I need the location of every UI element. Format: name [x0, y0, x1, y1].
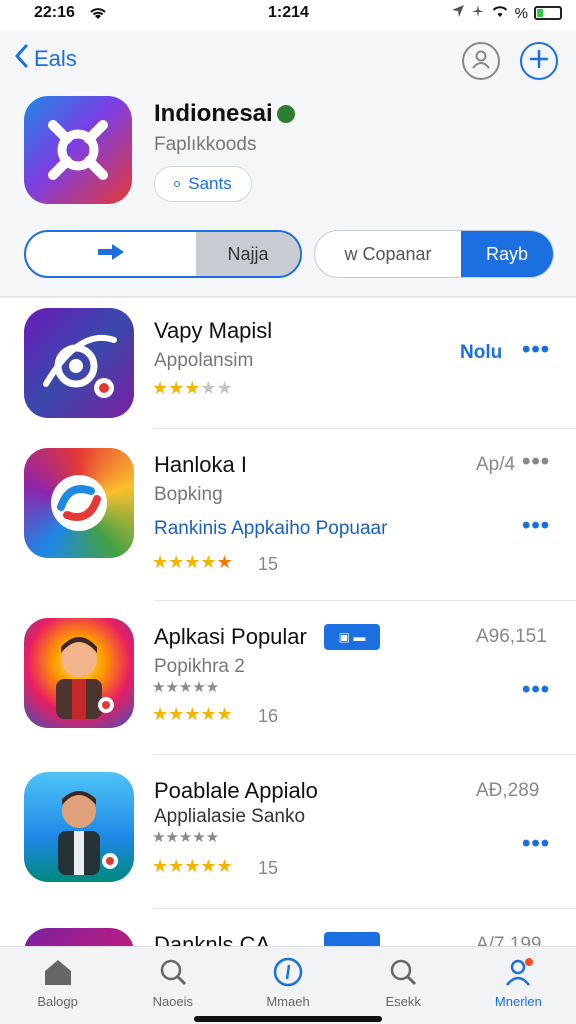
- airplane-icon: [471, 4, 485, 22]
- featured-app-icon[interactable]: [24, 96, 132, 204]
- app-subtitle: Bopking: [154, 484, 223, 505]
- list-item[interactable]: Hanloka I Bopking Rankinis Appkaiho Popu…: [0, 430, 576, 602]
- app-category-link[interactable]: Rankinis Appkaiho Popuaar: [154, 518, 387, 540]
- star-rating: ★★★★★: [152, 552, 233, 572]
- list-item[interactable]: Vapy Mapisl Appolansim ★★★★★ Nolu •••: [0, 298, 576, 430]
- home-icon: [42, 957, 74, 990]
- character-icon: [56, 637, 114, 719]
- tab-label: Naoeis: [152, 994, 194, 1009]
- add-button[interactable]: [520, 42, 558, 80]
- list-item[interactable]: Poablale Appialo Applialasie Sanko ★★★★★…: [0, 756, 576, 910]
- divider: [154, 908, 576, 909]
- tab-compass[interactable]: Mmaeh: [230, 947, 345, 1024]
- hero-title: Indionesai: [154, 100, 295, 128]
- hero-subtitle: Faplıkkoods: [154, 134, 257, 155]
- app-price[interactable]: A96,151: [476, 626, 547, 648]
- nav-bar: Eals: [0, 30, 576, 92]
- segment-arrow[interactable]: [26, 232, 196, 276]
- app-badge: ▣ ▬: [324, 624, 380, 650]
- person-icon: [470, 48, 492, 75]
- app-price[interactable]: AÐ,289: [476, 780, 539, 802]
- segment-copanar[interactable]: w Copanar: [315, 231, 461, 277]
- app-name: Aplkasi Popular: [154, 624, 307, 649]
- rating-count: 15: [258, 554, 279, 574]
- wifi-icon-right: [491, 4, 509, 22]
- list-item[interactable]: Danknls CA A/7 199: [0, 910, 576, 950]
- star-rating-secondary: ★★★★★: [152, 829, 220, 846]
- person-icon: [502, 957, 534, 990]
- star-rating-secondary: ★★★★★: [152, 679, 220, 696]
- battery-icon: [534, 6, 562, 20]
- hero-section: Indionesai Faplıkkoods Sants Najja w Cop…: [0, 92, 576, 298]
- tab-profile[interactable]: Mnerlen: [461, 947, 576, 1024]
- orbit-icon: [43, 334, 117, 398]
- divider: [154, 754, 576, 755]
- status-right-icons: %: [451, 4, 562, 22]
- app-icon-character[interactable]: [24, 618, 134, 728]
- star-rating: ★★★★★: [152, 856, 233, 876]
- tab-bar: Balogp Naoeis Mmaeh Esekk Mnerlen: [0, 946, 576, 1024]
- search-icon: [387, 957, 419, 990]
- app-price[interactable]: Ap/4: [476, 454, 515, 476]
- status-bar: 22:16 1:214 %: [0, 0, 576, 30]
- back-label: Eals: [34, 46, 77, 71]
- home-indicator: [194, 1016, 382, 1022]
- app-subtitle: Applialasie Sanko: [154, 806, 306, 827]
- rating-count: 16: [258, 706, 279, 726]
- swirl-icon: [51, 475, 107, 531]
- more-icon[interactable]: •••: [522, 448, 550, 476]
- cross-ring-icon: [48, 120, 108, 180]
- divider: [154, 428, 576, 429]
- small-circle-icon: [174, 181, 181, 187]
- tab-search[interactable]: Esekk: [346, 947, 461, 1024]
- app-icon-orbit[interactable]: [24, 308, 134, 418]
- location-icon: [451, 4, 465, 22]
- segmented-control-left: Najja: [24, 230, 302, 278]
- chevron-left-icon: [14, 44, 28, 74]
- more-icon[interactable]: •••: [522, 336, 550, 364]
- app-icon-person[interactable]: [24, 772, 134, 882]
- app-icon-swirl[interactable]: [24, 448, 134, 558]
- compass-icon: [272, 957, 304, 990]
- tab-search-2[interactable]: Naoeis: [115, 947, 230, 1024]
- more-icon[interactable]: •••: [522, 830, 550, 858]
- search-chip[interactable]: Sants: [154, 166, 252, 202]
- segment-rayb[interactable]: Rayb: [461, 231, 553, 277]
- plus-icon: [528, 48, 550, 75]
- arrow-right-icon: [96, 242, 126, 267]
- app-subtitle: Appolansim: [154, 350, 254, 371]
- tab-label: Mnerlen: [494, 994, 542, 1009]
- rating-count: 15: [258, 858, 279, 878]
- status-time-center: 1:214: [268, 4, 309, 21]
- star-rating: ★★★★★: [152, 378, 233, 398]
- more-icon[interactable]: •••: [522, 676, 550, 704]
- hero-title-text: Indionesai: [154, 100, 273, 127]
- more-icon[interactable]: •••: [522, 512, 550, 540]
- tab-label: Esekk: [385, 994, 421, 1009]
- list-item[interactable]: Aplkasi Popular ▣ ▬ Popikhra 2 ★★★★★ ★★★…: [0, 602, 576, 756]
- star-rating: ★★★★★: [152, 704, 233, 724]
- app-name: Hanloka I: [154, 452, 247, 477]
- divider: [154, 600, 576, 601]
- search-icon: [157, 957, 189, 990]
- segment-najja[interactable]: Najja: [196, 232, 300, 276]
- status-time-left: 22:16: [34, 4, 75, 21]
- app-name: Poablale Appialo: [154, 778, 318, 803]
- app-name: Vapy Mapisl: [154, 318, 273, 343]
- profile-button[interactable]: [462, 42, 500, 80]
- wifi-icon: [88, 5, 108, 26]
- app-price[interactable]: Nolu: [460, 342, 502, 364]
- verified-badge-icon: [276, 105, 295, 123]
- person-avatar-icon: [58, 791, 118, 875]
- tab-label: Mmaeh: [266, 994, 310, 1009]
- app-subtitle: Popikhra 2: [154, 656, 245, 677]
- back-button[interactable]: Eals: [14, 44, 77, 74]
- tab-label: Balogp: [37, 994, 78, 1009]
- segmented-control-right: w Copanar Rayb: [314, 230, 554, 278]
- tab-today[interactable]: Balogp: [0, 947, 115, 1024]
- battery-percent: %: [514, 4, 528, 22]
- search-chip-label: Sants: [188, 174, 232, 193]
